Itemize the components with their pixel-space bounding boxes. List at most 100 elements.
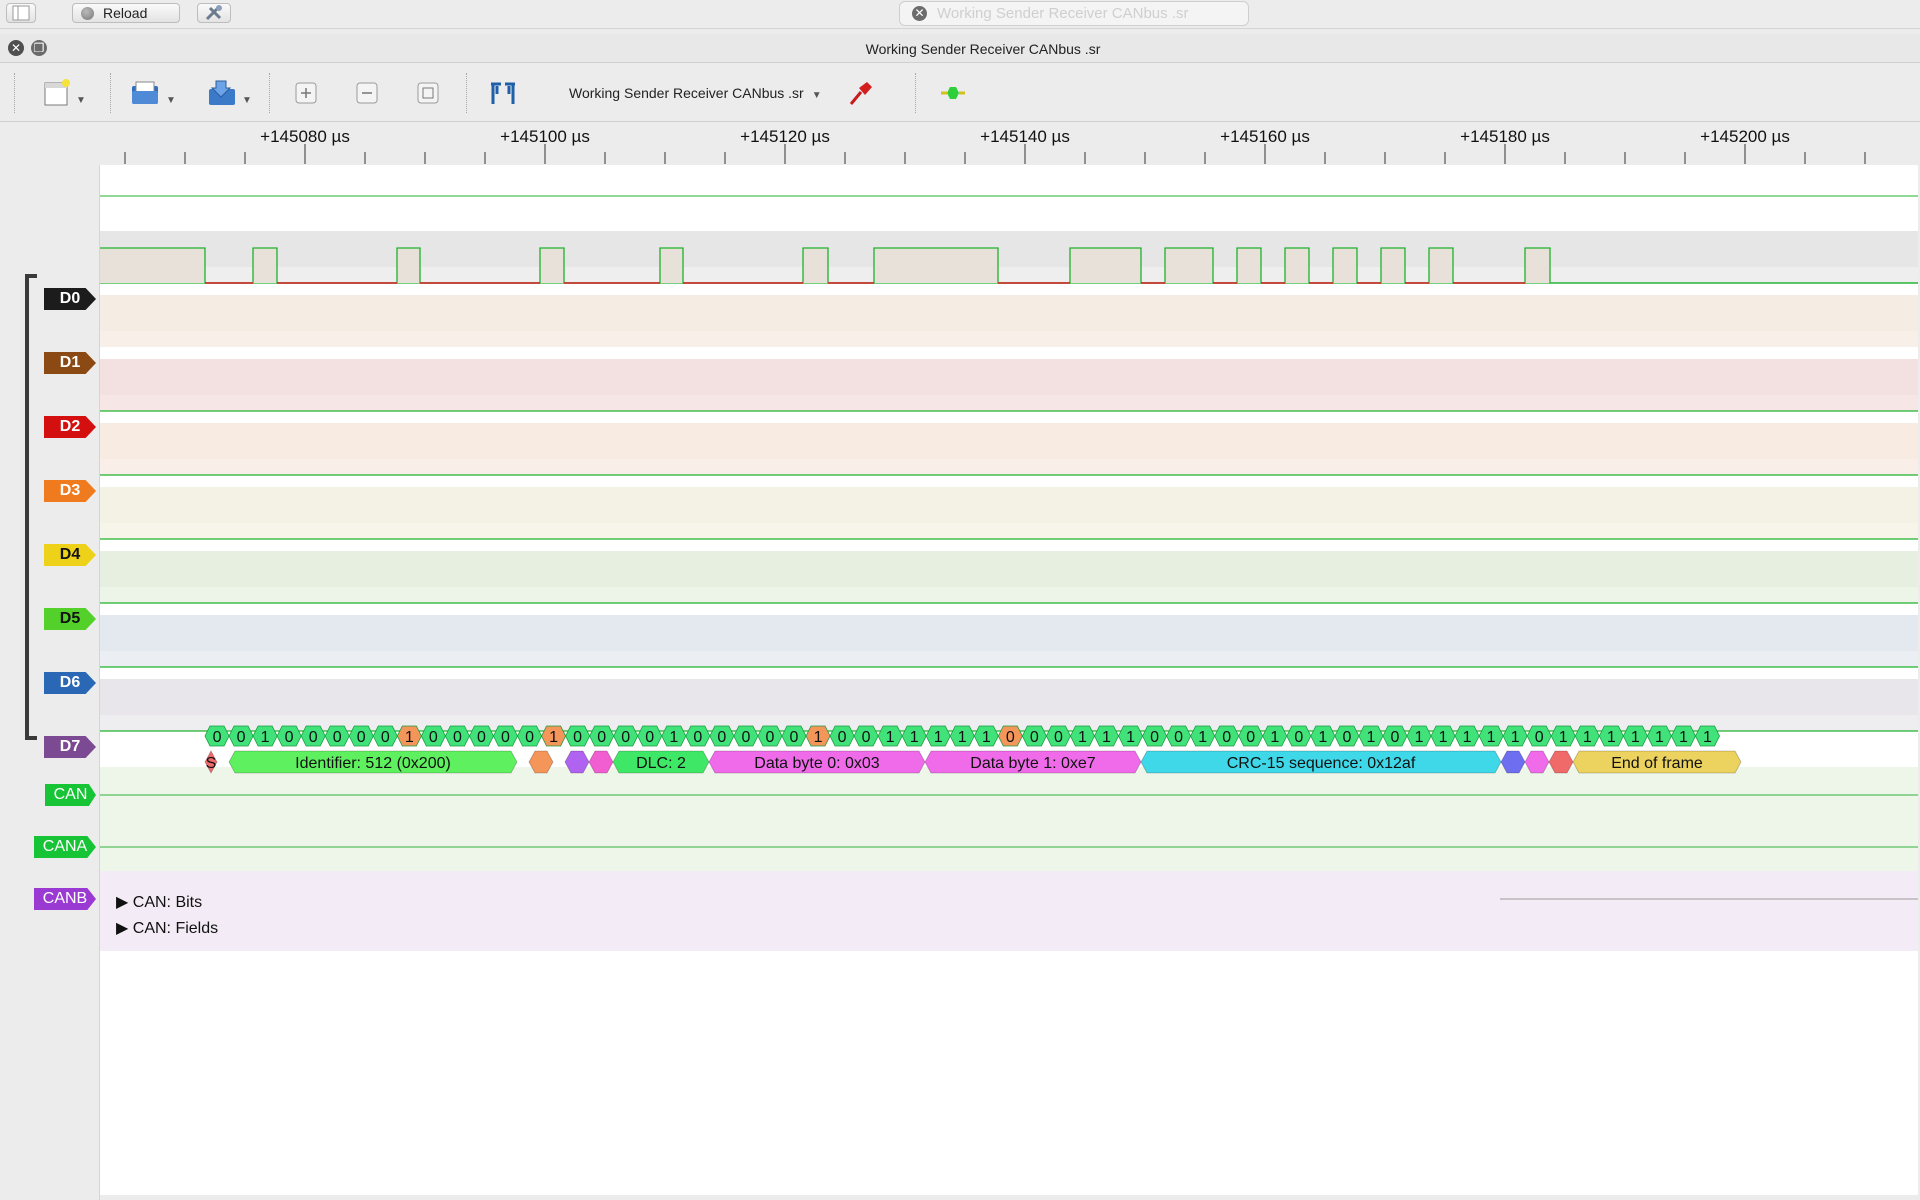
can-bit-value: 0 [790, 729, 799, 746]
decoder-label-canb[interactable]: CANB [34, 888, 96, 910]
can-bit-value: 1 [549, 729, 558, 746]
can-bit-value: 0 [862, 729, 871, 746]
chevron-down-icon[interactable]: ▼ [242, 95, 252, 106]
zoom-out-icon [356, 82, 378, 104]
channel-band [100, 551, 1918, 587]
channel-band [100, 359, 1918, 395]
zoom-out-button[interactable] [353, 77, 381, 109]
can-bit-value: 1 [1703, 729, 1712, 746]
decoder-button[interactable] [937, 77, 969, 109]
can-bit-value: 0 [573, 729, 582, 746]
chevron-down-icon[interactable]: ▼ [166, 95, 176, 106]
decoder-label-cana[interactable]: CANA [34, 836, 96, 858]
can-bit-value: 0 [1535, 729, 1544, 746]
ruler-tick-label: +145160 µs [1220, 127, 1310, 146]
can-field-label: End of frame [1611, 755, 1703, 772]
channel-label-d7[interactable]: D7 [44, 736, 96, 758]
can-bit-value: 0 [357, 729, 366, 746]
trace-high-fill [660, 248, 683, 283]
channel-band [100, 423, 1918, 459]
can-field-label: Data byte 0: 0x03 [754, 755, 880, 772]
can-bit-value: 1 [1126, 729, 1135, 746]
channel-band [100, 295, 1918, 331]
decoder-label-can[interactable]: CAN [45, 784, 96, 806]
chevron-down-icon[interactable]: ▼ [812, 90, 822, 101]
time-ruler[interactable]: +145080 µs +145100 µs +145120 µs +145140 µs… [100, 122, 1918, 165]
trace-high-fill [397, 248, 420, 283]
cursor-button[interactable] [487, 77, 519, 109]
zoom-fit-button[interactable] [414, 77, 442, 109]
trace-high-fill [1333, 248, 1357, 283]
save-button[interactable]: ▼ [206, 77, 252, 109]
can-bit-value: 0 [693, 729, 702, 746]
can-bit-value: 0 [1030, 729, 1039, 746]
toolbar-separator [915, 73, 916, 113]
channel-label-d4[interactable]: D4 [44, 544, 96, 566]
channel-band [100, 267, 1918, 283]
trace-high-fill [874, 248, 998, 283]
toolbar-separator [269, 73, 270, 113]
channel-band [100, 615, 1918, 651]
channel-label-d0[interactable]: D0 [44, 288, 96, 310]
trace-high-fill [100, 248, 205, 283]
open-button[interactable]: ▼ [130, 77, 176, 109]
ruler-tick-label: +145080 µs [260, 127, 350, 146]
can-bit-value: 1 [1270, 729, 1279, 746]
can-bit-value: 0 [309, 729, 318, 746]
can-bit-value: 0 [237, 729, 246, 746]
can-bit-value: 0 [597, 729, 606, 746]
sidebar-icon [12, 5, 30, 21]
trace-view[interactable]: 0010000010000010000100000100111110001110… [100, 165, 1918, 1195]
zoom-in-button[interactable] [292, 77, 320, 109]
app-top-bar: Reload ✕ Working Sender Receiver CANbus … [0, 0, 1920, 29]
can-bit-value: 1 [1511, 729, 1520, 746]
can-bits-label: CAN: Bits [132, 894, 203, 911]
can-bit-value: 0 [1294, 729, 1303, 746]
can-bit-value: 1 [1607, 729, 1616, 746]
can-bit-value: 0 [1150, 729, 1159, 746]
probe-button[interactable] [845, 77, 877, 109]
session-selector[interactable]: Working Sender Receiver CANbus .sr ▼ [569, 77, 822, 109]
can-fields-row: S Identifier: 512 (0x200) DLC: 2 Data byte … [204, 750, 1742, 774]
channel-label-d3[interactable]: D3 [44, 480, 96, 502]
ruler-tick-label: +145180 µs [1460, 127, 1550, 146]
can-fields-row-label[interactable]: ▶ CAN: Fields [116, 918, 218, 938]
tools-button[interactable] [197, 3, 231, 23]
can-bit-value: 1 [958, 729, 967, 746]
tab-title: Working Sender Receiver CANbus .sr [937, 5, 1189, 22]
can-bits-row-label[interactable]: ▶ CAN: Bits [116, 892, 202, 912]
can-bit-value: 1 [1487, 729, 1496, 746]
can-bit-value: 0 [453, 729, 462, 746]
channel-label-d2[interactable]: D2 [44, 416, 96, 438]
channel-band [100, 651, 1918, 667]
reload-button[interactable]: Reload [72, 3, 180, 23]
ruler-tick-label: +145200 µs [1700, 127, 1790, 146]
close-tab-icon[interactable]: ✕ [912, 6, 927, 21]
can-bit-value: 0 [429, 729, 438, 746]
expand-icon[interactable]: ▶ [116, 894, 128, 911]
can-bit-value: 0 [717, 729, 726, 746]
new-session-icon [44, 79, 70, 106]
chevron-down-icon[interactable]: ▼ [76, 95, 86, 106]
document-tab[interactable]: ✕ Working Sender Receiver CANbus .sr [899, 1, 1249, 26]
new-session-button[interactable]: ▼ [42, 77, 86, 109]
channel-label-d1[interactable]: D1 [44, 352, 96, 374]
can-bit-value: 0 [1222, 729, 1231, 746]
sidebar-toggle-button[interactable] [6, 3, 36, 23]
can-bit-value: 1 [1439, 729, 1448, 746]
expand-icon[interactable]: ▶ [116, 920, 128, 937]
channel-band [100, 587, 1918, 603]
can-field-label: DLC: 2 [636, 755, 686, 772]
reload-label: Reload [103, 5, 148, 21]
can-bit-value: 1 [261, 729, 270, 746]
trace-canvas: 0010000010000010000100000100111110001110… [100, 195, 1918, 951]
trace-high-fill [1237, 248, 1261, 283]
trace-high-fill [1381, 248, 1405, 283]
can-bit-value: 0 [333, 729, 342, 746]
can-bit-value: 0 [501, 729, 510, 746]
zoom-fit-icon [417, 82, 439, 104]
can-bit-value: 1 [405, 729, 414, 746]
channel-label-d6[interactable]: D6 [44, 672, 96, 694]
can-bit-value: 0 [1006, 729, 1015, 746]
channel-label-d5[interactable]: D5 [44, 608, 96, 630]
